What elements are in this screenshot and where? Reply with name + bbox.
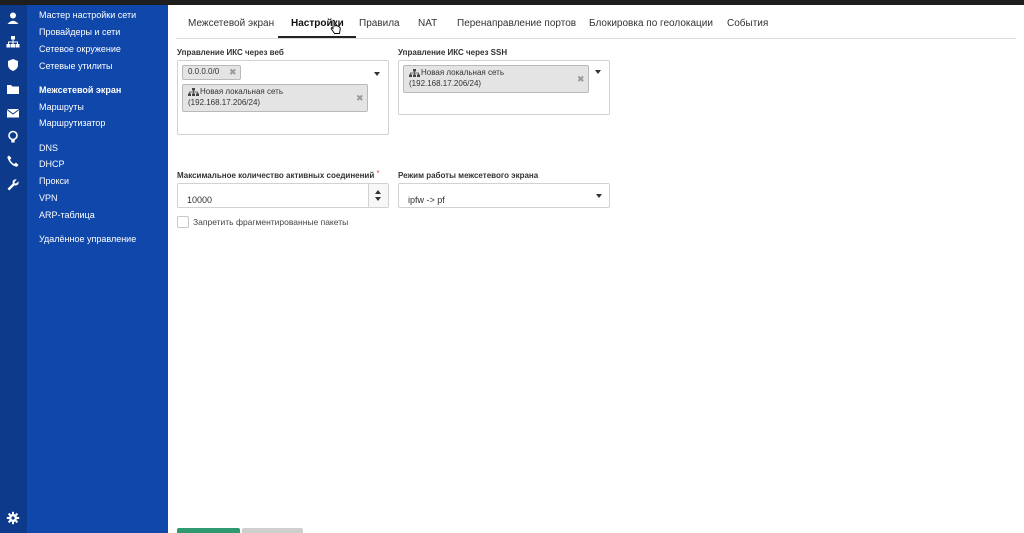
chevron-down-icon (596, 194, 602, 198)
web-access-multiselect[interactable]: 0.0.0.0/0 ✖ Новая локальная сеть (192.16… (177, 60, 389, 135)
chip-local-network: Новая локальная сеть (192.168.17.206/24)… (403, 65, 589, 93)
tab-firewall[interactable]: Межсетевой экран (188, 18, 274, 29)
sitemap-icon (409, 69, 420, 77)
sidebar-item-router[interactable]: Маршрутизатор (39, 118, 105, 128)
web-access-label: Управление ИКС через веб (177, 48, 284, 57)
sidebar-item-dhcp[interactable]: DHCP (39, 159, 65, 169)
remove-chip-icon[interactable]: ✖ (356, 93, 364, 104)
sidebar-item-firewall[interactable]: Межсетевой экран (39, 85, 121, 95)
chevron-down-icon[interactable] (374, 72, 380, 76)
phone-icon[interactable] (6, 154, 20, 168)
mouse-cursor-icon (330, 19, 341, 34)
firewall-mode-label: Режим работы межсетевого экрана (398, 171, 539, 180)
shield-icon[interactable] (6, 58, 20, 72)
sidebar-item-arp-table[interactable]: ARP-таблица (39, 210, 95, 220)
user-icon[interactable] (6, 11, 20, 25)
chip-local-network: Новая локальная сеть (192.168.17.206/24)… (182, 84, 368, 112)
icon-bar (0, 5, 27, 533)
cancel-button[interactable] (242, 528, 303, 533)
active-tab-indicator (278, 36, 356, 38)
remove-chip-icon[interactable]: ✖ (229, 67, 237, 78)
max-connections-stepper[interactable]: 10000 (177, 183, 389, 208)
max-connections-label-text: Максимальное количество активных соедине… (177, 171, 375, 180)
decrement-arrow-icon[interactable] (375, 197, 381, 201)
wrench-icon[interactable] (6, 178, 20, 192)
ssh-access-label: Управление ИКС через SSH (398, 48, 508, 57)
tab-port-forwarding[interactable]: Перенаправление портов (457, 18, 576, 29)
firewall-mode-value: ipfw -> pf (408, 195, 445, 205)
max-connections-value: 10000 (187, 195, 213, 205)
max-connections-label: Максимальное количество активных соедине… (177, 169, 380, 180)
gear-icon[interactable] (6, 511, 20, 525)
sidebar-item-remote-control[interactable]: Удалённое управление (39, 234, 136, 244)
sidebar-item-vpn[interactable]: VPN (39, 193, 58, 203)
required-mark: * (376, 169, 380, 178)
tab-bar: Межсетевой экран Настройки Правила NAT П… (176, 5, 1016, 39)
chip-network-name: Новая локальная сеть (200, 87, 283, 96)
chip-network-address: (192.168.17.206/24) (409, 79, 482, 88)
tab-events[interactable]: События (727, 18, 768, 29)
tab-geo-blocking[interactable]: Блокировка по геолокации (589, 18, 713, 29)
sitemap-icon (188, 88, 199, 96)
block-fragments-label[interactable]: Запретить фрагментированные пакеты (193, 217, 348, 227)
chevron-down-icon[interactable] (595, 70, 601, 74)
block-fragments-checkbox[interactable] (177, 216, 189, 228)
sidebar-item-proxy[interactable]: Прокси (39, 176, 69, 186)
tab-nat[interactable]: NAT (418, 18, 437, 29)
sidebar-item-routes[interactable]: Маршруты (39, 102, 84, 112)
sidebar-nav: Мастер настройки сети Провайдеры и сети … (27, 5, 168, 533)
sitemap-icon[interactable] (6, 35, 20, 49)
save-button[interactable] (177, 528, 240, 533)
envelope-icon[interactable] (6, 106, 20, 120)
stepper-buttons (368, 184, 388, 207)
increment-arrow-icon[interactable] (375, 190, 381, 194)
sidebar-item-network-utils[interactable]: Сетевые утилиты (39, 61, 113, 71)
chip-text: 0.0.0.0/0 (188, 67, 220, 76)
chip-network-address: (192.168.17.206/24) (188, 98, 261, 107)
main-content: Межсетевой экран Настройки Правила NAT П… (168, 5, 1024, 533)
sidebar-item-network-wizard[interactable]: Мастер настройки сети (39, 10, 136, 20)
folder-icon[interactable] (6, 82, 20, 96)
ssh-access-multiselect[interactable]: Новая локальная сеть (192.168.17.206/24)… (398, 60, 610, 115)
tab-rules[interactable]: Правила (359, 18, 400, 29)
sidebar-item-dns[interactable]: DNS (39, 143, 58, 153)
chip-all-addresses: 0.0.0.0/0 ✖ (182, 65, 241, 80)
lightbulb-icon[interactable] (6, 130, 20, 144)
firewall-mode-select[interactable]: ipfw -> pf (398, 183, 610, 208)
remove-chip-icon[interactable]: ✖ (577, 74, 585, 85)
sidebar-item-network-env[interactable]: Сетевое окружение (39, 44, 121, 54)
sidebar-item-providers[interactable]: Провайдеры и сети (39, 27, 120, 37)
chip-network-name: Новая локальная сеть (421, 68, 504, 77)
